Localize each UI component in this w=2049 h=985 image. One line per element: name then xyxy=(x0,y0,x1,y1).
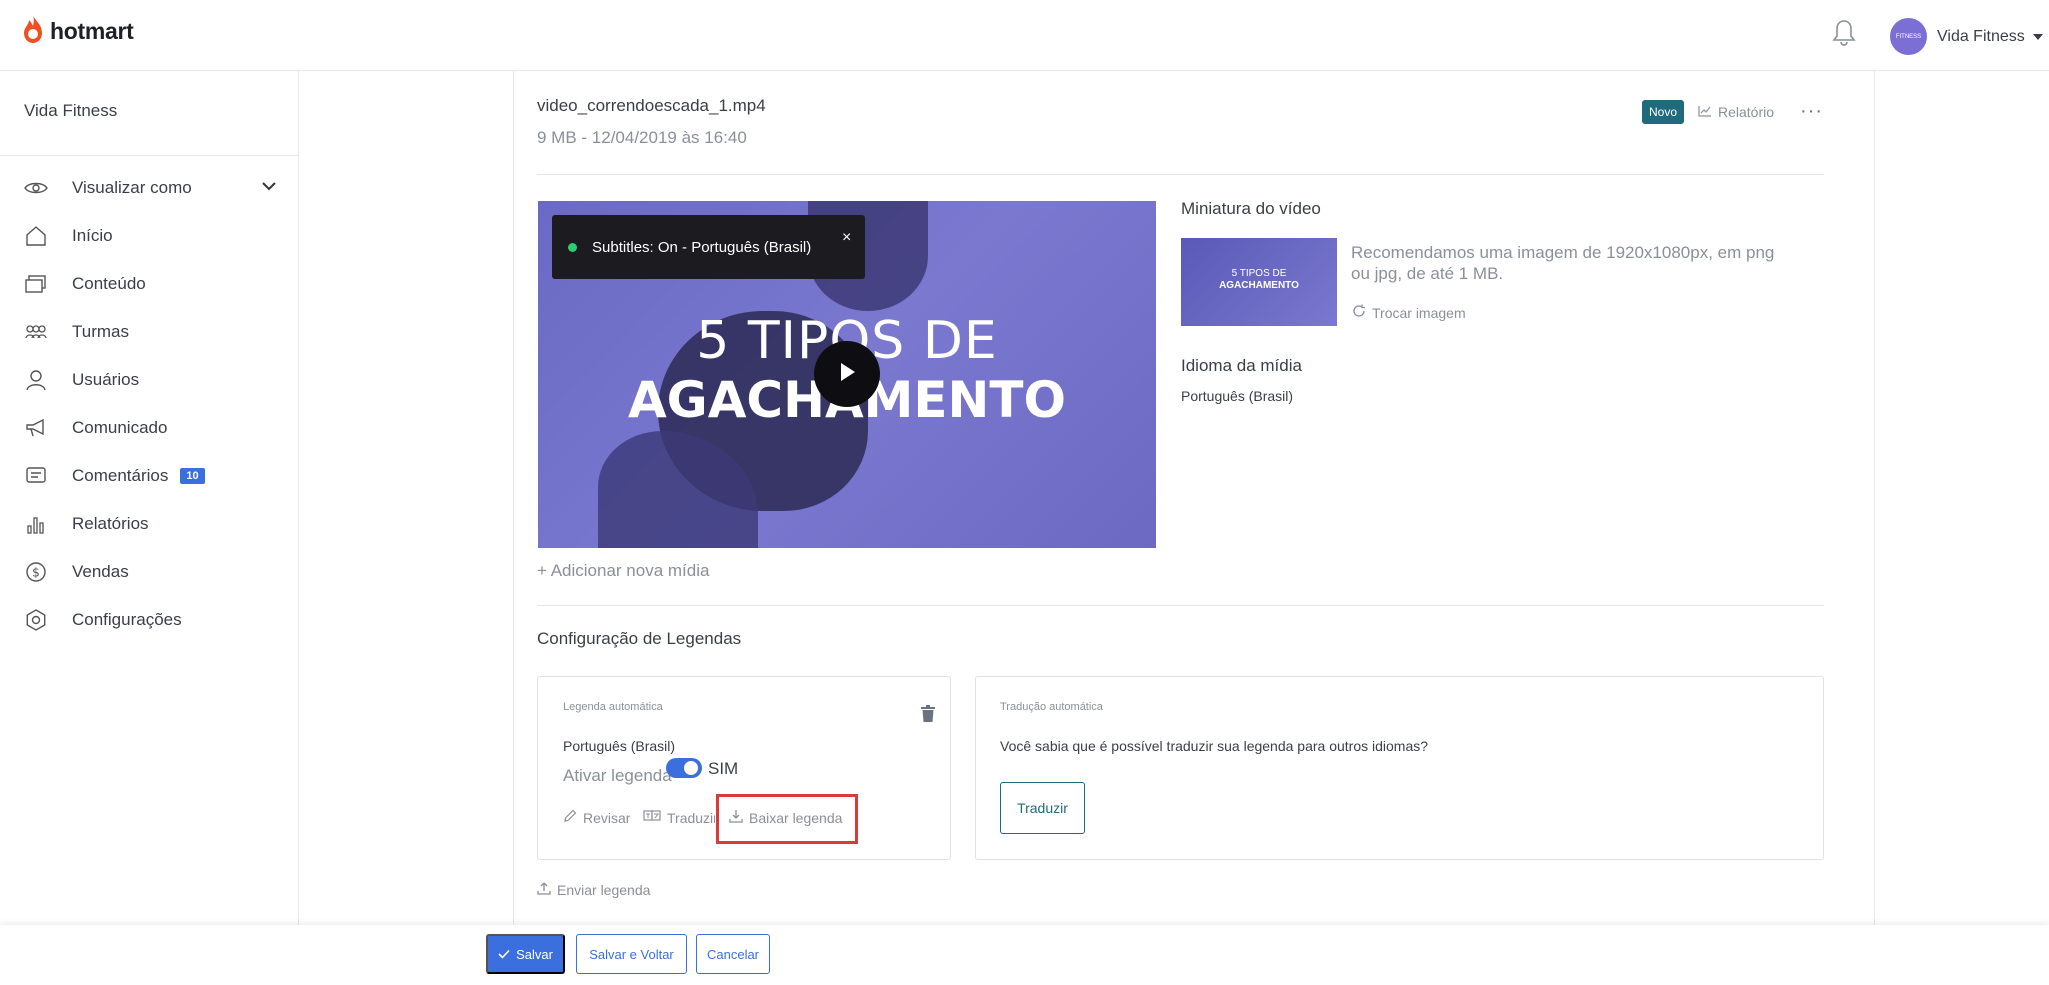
sidebar-item-inicio[interactable]: Início xyxy=(24,222,113,250)
bar-chart-icon xyxy=(24,512,48,536)
sidebar-item-label: Turmas xyxy=(72,322,129,341)
sidebar-item-relatorios[interactable]: Relatórios xyxy=(24,510,149,538)
activate-subtitle-label: Ativar legenda xyxy=(563,766,672,785)
report-label: Relatório xyxy=(1718,104,1775,120)
sidebar-item-label: Conteúdo xyxy=(72,274,146,293)
auto-subtitle-label: Legenda automática xyxy=(563,701,663,713)
user-menu[interactable]: FITNESS Vida Fitness xyxy=(1890,18,2043,55)
thumbnail-text-line2: AGACHAMENTO xyxy=(1219,280,1299,291)
trash-icon[interactable] xyxy=(920,705,936,728)
play-button[interactable] xyxy=(814,341,880,407)
translate-button[interactable]: Traduzir xyxy=(1000,782,1085,834)
highlight-box xyxy=(716,794,858,844)
hotmart-logo[interactable]: hotmart xyxy=(22,14,134,49)
flame-icon xyxy=(22,14,44,49)
sidebar-title: Vida Fitness xyxy=(24,101,118,120)
svg-text:$: $ xyxy=(32,566,40,580)
translate-link[interactable]: Traduzir xyxy=(643,809,715,826)
refresh-icon xyxy=(1352,304,1366,321)
group-icon xyxy=(24,320,48,344)
subtitle-status-text: Subtitles: On - Português (Brasil) xyxy=(592,239,812,256)
thumbnail-title: Miniatura do vídeo xyxy=(1181,199,1321,218)
send-subtitle-link[interactable]: Enviar legenda xyxy=(537,881,650,898)
subtitle-tooltip: Subtitles: On - Português (Brasil) × xyxy=(552,215,865,279)
save-button[interactable]: Salvar xyxy=(486,934,565,974)
user-icon xyxy=(24,368,48,392)
comment-count-badge: 10 xyxy=(180,468,205,484)
brand-name: hotmart xyxy=(50,18,134,44)
pencil-icon xyxy=(563,809,577,826)
divider xyxy=(537,605,1824,606)
notification-bell-icon[interactable] xyxy=(1832,18,1856,51)
avatar: FITNESS xyxy=(1890,18,1927,55)
close-icon[interactable]: × xyxy=(842,229,851,247)
sidebar-item-label: Configurações xyxy=(72,610,182,629)
activate-subtitle-toggle[interactable] xyxy=(666,758,702,778)
media-language-title: Idioma da mídia xyxy=(1181,356,1302,375)
review-label: Revisar xyxy=(583,809,631,826)
line-chart-icon xyxy=(1698,104,1712,120)
auto-subtitle-language: Português (Brasil) xyxy=(563,738,676,754)
sidebar-item-vendas[interactable]: $ Vendas xyxy=(24,558,129,586)
swap-image-link[interactable]: Trocar imagem xyxy=(1352,304,1466,321)
cancel-button[interactable]: Cancelar xyxy=(696,934,770,974)
dollar-icon: $ xyxy=(24,560,48,584)
chevron-down-icon[interactable] xyxy=(262,178,276,196)
home-icon xyxy=(24,224,48,248)
sidebar-item-turmas[interactable]: Turmas xyxy=(24,318,129,346)
sidebar-divider xyxy=(0,155,299,156)
auto-translation-label: Tradução automática xyxy=(1000,701,1103,713)
sidebar-item-label: Início xyxy=(72,226,113,245)
eye-icon xyxy=(24,176,48,200)
translate-label: Traduzir xyxy=(667,809,715,826)
sidebar-item-label: Visualizar como xyxy=(72,178,192,197)
new-badge: Novo xyxy=(1642,100,1685,124)
sidebar-item-label: Vendas xyxy=(72,562,129,581)
sidebar-item-comunicado[interactable]: Comunicado xyxy=(24,414,167,442)
file-meta: 9 MB - 12/04/2019 às 16:40 xyxy=(537,128,747,147)
play-icon xyxy=(837,361,857,388)
sidebar-item-conteudo[interactable]: Conteúdo xyxy=(24,270,146,298)
sidebar-item-comentarios[interactable]: Comentários 10 xyxy=(24,462,205,490)
send-subtitle-label: Enviar legenda xyxy=(557,881,651,898)
save-label: Salvar xyxy=(516,946,553,962)
footer-bar xyxy=(0,925,2049,985)
thumbnail-recommendation: Recomendamos uma imagem de 1920x1080px, … xyxy=(1351,243,1775,283)
gear-icon xyxy=(24,608,48,632)
upload-icon xyxy=(537,881,551,898)
sidebar-item-visualizar-como[interactable]: Visualizar como xyxy=(24,174,192,202)
video-player[interactable]: 5 TIPOS DE AGACHAMENTO Subtitles: On - P… xyxy=(538,201,1156,548)
folders-icon xyxy=(24,272,48,296)
translate-icon xyxy=(643,809,661,826)
divider xyxy=(537,174,1824,175)
check-icon xyxy=(498,947,510,962)
comment-icon xyxy=(24,464,48,488)
toggle-knob xyxy=(684,761,698,775)
add-media-link[interactable]: + Adicionar nova mídia xyxy=(537,561,709,581)
top-bar: hotmart FITNESS Vida Fitness xyxy=(0,0,2049,71)
sidebar-item-label: Comentários xyxy=(72,466,169,485)
sidebar-item-label: Comunicado xyxy=(72,418,168,437)
swap-image-label: Trocar imagem xyxy=(1372,304,1466,321)
caret-down-icon xyxy=(2032,33,2043,40)
save-and-back-button[interactable]: Salvar e Voltar xyxy=(576,934,687,974)
report-link[interactable]: Relatório xyxy=(1698,104,1774,120)
more-options-icon[interactable]: ··· xyxy=(1800,100,1823,123)
toggle-value: SIM xyxy=(708,759,739,778)
sidebar-item-configuracoes[interactable]: Configurações xyxy=(24,606,182,634)
sidebar-item-usuarios[interactable]: Usuários xyxy=(24,366,139,394)
megaphone-icon xyxy=(24,416,48,440)
status-dot xyxy=(568,243,577,252)
sidebar-item-label: Relatórios xyxy=(72,514,149,533)
review-link[interactable]: Revisar xyxy=(563,809,630,826)
avatar-text: FITNESS xyxy=(1895,33,1922,40)
sidebar-item-label: Usuários xyxy=(72,370,140,389)
user-name: Vida Fitness xyxy=(1937,27,2025,45)
thumbnail-text-line1: 5 TIPOS DE xyxy=(1231,268,1287,279)
subtitle-config-title: Configuração de Legendas xyxy=(537,629,742,648)
file-name: video_correndoescada_1.mp4 xyxy=(537,96,766,115)
media-language-value: Português (Brasil) xyxy=(1181,388,1294,404)
translation-hint: Você sabia que é possível traduzir sua l… xyxy=(1000,738,1429,754)
thumbnail-image: 5 TIPOS DE AGACHAMENTO xyxy=(1181,238,1337,326)
